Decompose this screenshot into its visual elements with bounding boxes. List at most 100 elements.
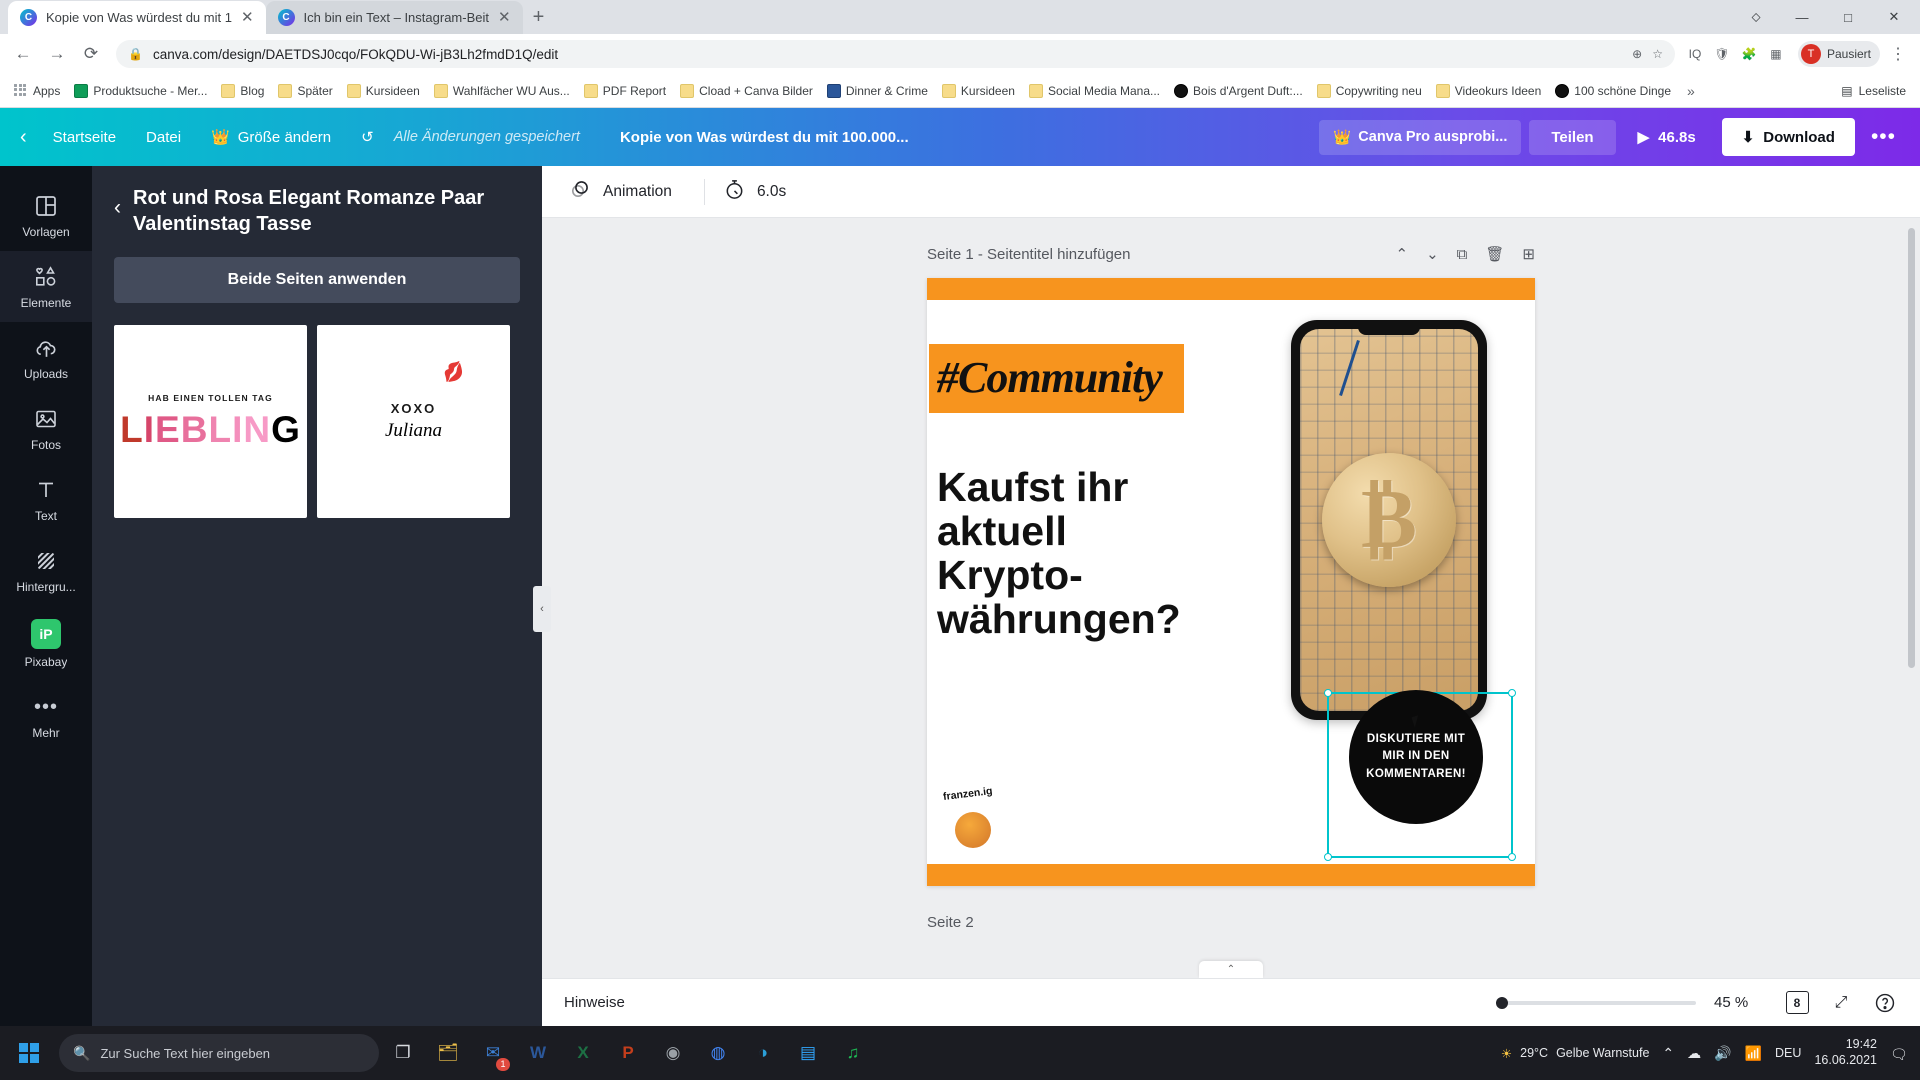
network-icon[interactable]: 📶 xyxy=(1745,1045,1762,1062)
close-window-button[interactable]: ✕ xyxy=(1872,2,1916,32)
bookmark-item[interactable]: Produktsuche - Mer... xyxy=(68,80,213,102)
extension-icon[interactable]: ⬦ xyxy=(1734,2,1778,32)
bookmark-item[interactable]: Dinner & Crime xyxy=(821,80,934,102)
back-icon[interactable]: ← xyxy=(8,39,38,69)
present-button[interactable]: ▶ 46.8s xyxy=(1624,119,1710,155)
home-button[interactable]: Startseite xyxy=(39,121,130,154)
maximize-button[interactable]: □ xyxy=(1826,2,1870,32)
bookmark-item[interactable]: Copywriting neu xyxy=(1311,80,1428,102)
apply-both-pages-button[interactable]: Beide Seiten anwenden xyxy=(114,257,520,304)
more-options-icon[interactable]: ••• xyxy=(1857,125,1910,149)
sidebar-item-text[interactable]: Text xyxy=(0,464,92,535)
chrome-icon[interactable]: ◍ xyxy=(697,1030,739,1076)
cta-circle-element[interactable]: DISKUTIERE MIT MIR IN DEN KOMMENTAREN! xyxy=(1349,690,1483,824)
photoshop-icon[interactable]: ▤ xyxy=(787,1030,829,1076)
spotify-icon[interactable]: ♫ xyxy=(832,1030,874,1076)
puzzle-extension-icon[interactable]: 🧩 xyxy=(1739,44,1759,64)
minimize-button[interactable]: — xyxy=(1780,2,1824,32)
bookmark-apps[interactable]: Apps xyxy=(8,80,66,102)
notification-center-icon[interactable]: 🗨 xyxy=(1890,1046,1908,1062)
edge-icon[interactable]: ◑ xyxy=(742,1030,784,1076)
grid-extension-icon[interactable]: ▦ xyxy=(1766,44,1786,64)
template-thumbnail-1[interactable]: 💋 XOXO Juliana xyxy=(317,325,510,519)
language-indicator[interactable]: DEU xyxy=(1775,1046,1801,1060)
browser-icon[interactable]: ◉ xyxy=(652,1030,694,1076)
clock[interactable]: 19:42 16.06.2021 xyxy=(1814,1037,1877,1068)
add-page-icon[interactable]: ⊞ xyxy=(1522,245,1535,263)
panel-collapse-button[interactable]: ‹ xyxy=(533,586,551,632)
template-thumbnail-0[interactable]: HAB EINEN TOLLEN TAG LIEBLING xyxy=(114,325,307,519)
sidebar-item-hintergrund[interactable]: Hintergru... xyxy=(0,535,92,606)
sidebar-item-pixabay[interactable]: iP Pixabay xyxy=(0,606,92,681)
duration-button[interactable]: 6.0s xyxy=(719,178,804,206)
chrome-menu-icon[interactable]: ⋮ xyxy=(1884,44,1912,64)
bookmark-item[interactable]: Später xyxy=(272,80,338,102)
panel-back-icon[interactable]: ‹ xyxy=(114,186,121,220)
sidebar-item-uploads[interactable]: Uploads xyxy=(0,322,92,393)
taskbar-search-box[interactable]: 🔍 Zur Suche Text hier eingeben xyxy=(59,1034,379,1072)
bookmark-star-icon[interactable]: ☆ xyxy=(1652,47,1663,61)
share-button[interactable]: Teilen xyxy=(1529,119,1616,155)
resize-handle-tl[interactable] xyxy=(1324,689,1332,697)
move-up-icon[interactable]: ⌃ xyxy=(1396,245,1409,263)
shield-extension-icon[interactable]: 🛡 xyxy=(1712,44,1732,64)
undo-icon[interactable]: ↺ xyxy=(347,120,388,154)
outlook-icon[interactable]: ✉ 1 xyxy=(472,1030,514,1076)
bookmark-item[interactable]: PDF Report xyxy=(578,80,672,102)
sidebar-item-elemente[interactable]: Elemente xyxy=(0,251,92,322)
reading-list-button[interactable]: ▤ Leseliste xyxy=(1841,84,1912,98)
resize-button[interactable]: 👑 Größe ändern xyxy=(197,120,345,154)
onedrive-icon[interactable]: ☁ xyxy=(1687,1045,1701,1062)
animation-button[interactable]: Animation xyxy=(564,177,690,206)
word-icon[interactable]: W xyxy=(517,1030,559,1076)
trash-icon[interactable]: 🗑 xyxy=(1485,245,1504,263)
excel-icon[interactable]: X xyxy=(562,1030,604,1076)
resize-handle-tr[interactable] xyxy=(1508,689,1516,697)
notes-button[interactable]: Hinweise xyxy=(564,994,625,1011)
bookmark-item[interactable]: Kursideen xyxy=(936,80,1021,102)
close-icon[interactable]: ✕ xyxy=(498,10,511,25)
try-pro-button[interactable]: 👑 Canva Pro ausprobi... xyxy=(1319,119,1522,155)
reload-icon[interactable]: ⟳ xyxy=(76,39,106,69)
zoom-slider[interactable] xyxy=(1496,996,1696,1009)
duplicate-icon[interactable]: ⧉ xyxy=(1457,246,1468,263)
canvas-scroll-area[interactable]: Seite 1 - Seitentitel hinzufügen ⌃ ⌄ ⧉ 🗑… xyxy=(542,218,1920,978)
page2-label[interactable]: Seite 2 xyxy=(927,914,1535,931)
volume-icon[interactable]: 🔊 xyxy=(1714,1045,1731,1062)
bookmark-item[interactable]: Social Media Mana... xyxy=(1023,80,1166,102)
phone-mockup-element[interactable]: ₿ xyxy=(1291,320,1487,720)
tray-chevron-icon[interactable]: ⌃ xyxy=(1662,1045,1674,1062)
help-icon[interactable] xyxy=(1872,990,1898,1016)
sidebar-item-mehr[interactable]: ••• Mehr xyxy=(0,681,92,752)
powerpoint-icon[interactable]: P xyxy=(607,1030,649,1076)
sidebar-item-vorlagen[interactable]: Vorlagen xyxy=(0,180,92,251)
pages-icon[interactable]: 8 xyxy=(1784,990,1810,1016)
back-arrow-icon[interactable]: ‹ xyxy=(10,118,37,157)
logo-element[interactable]: franzen.ig xyxy=(942,785,1003,850)
task-view-icon[interactable]: ❐ xyxy=(382,1030,424,1076)
sidebar-item-fotos[interactable]: Fotos xyxy=(0,393,92,464)
document-title[interactable]: Kopie von Was würdest du mit 100.000... xyxy=(620,129,909,146)
profile-button[interactable]: T Pausiert xyxy=(1797,41,1880,67)
expand-icon[interactable]: ⤢ xyxy=(1828,990,1854,1016)
address-bar[interactable]: 🔒 canva.com/design/DAETDSJ0cqo/FOkQDU-Wi… xyxy=(116,40,1675,68)
collapse-panel-button[interactable]: ⌃ xyxy=(1199,961,1263,978)
file-explorer-icon[interactable]: 🗂 xyxy=(427,1030,469,1076)
resize-handle-bl[interactable] xyxy=(1324,853,1332,861)
bookmark-item[interactable]: Cload + Canva Bilder xyxy=(674,80,819,102)
browser-tab-0[interactable]: C Kopie von Was würdest du mit 1 ✕ xyxy=(8,1,266,34)
bookmark-item[interactable]: 100 schöne Dinge xyxy=(1549,80,1677,102)
page-title-label[interactable]: Seite 1 - Seitentitel hinzufügen xyxy=(927,246,1130,263)
close-icon[interactable]: ✕ xyxy=(241,10,254,25)
move-down-icon[interactable]: ⌄ xyxy=(1426,245,1439,263)
bookmark-item[interactable]: Wahlfächer WU Aus... xyxy=(428,80,576,102)
zoom-slider-knob[interactable] xyxy=(1496,996,1508,1009)
bookmark-item[interactable]: Videokurs Ideen xyxy=(1430,80,1548,102)
iq-extension-icon[interactable]: IQ xyxy=(1685,44,1705,64)
start-button[interactable] xyxy=(6,1030,52,1076)
zoom-icon[interactable]: ⊕ xyxy=(1632,47,1642,61)
bookmark-item[interactable]: Bois d'Argent Duft:... xyxy=(1168,80,1309,102)
bookmarks-overflow-icon[interactable]: » xyxy=(1679,83,1703,99)
community-text-element[interactable]: #Community xyxy=(929,344,1184,413)
design-canvas[interactable]: #Community Kaufst ihr aktuell Krypto-wäh… xyxy=(927,278,1535,886)
